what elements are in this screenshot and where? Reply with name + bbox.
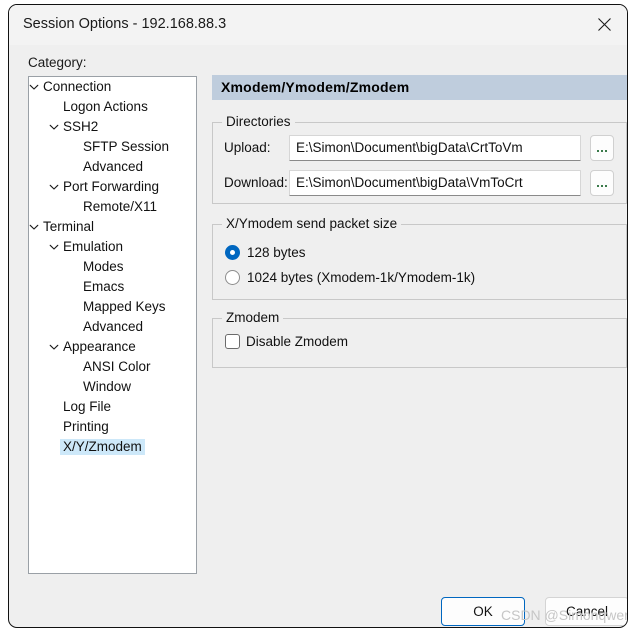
cancel-button[interactable]: Cancel	[545, 597, 627, 626]
directories-legend: Directories	[222, 114, 295, 129]
tree-item-label: Window	[83, 379, 132, 394]
tree-item-sftp-session[interactable]: SFTP Session	[29, 137, 196, 157]
tree-item-label: SFTP Session	[83, 139, 170, 154]
tree-item-log-file[interactable]: Log File	[29, 397, 196, 417]
tree-item-x-y-zmodem[interactable]: X/Y/Zmodem	[29, 437, 196, 457]
tree-item-advanced[interactable]: Advanced	[29, 317, 196, 337]
tree-item-label: Terminal	[43, 219, 95, 234]
upload-input[interactable]: E:\Simon\Document\bigData\CrtToVm	[289, 135, 581, 161]
tree-item-printing[interactable]: Printing	[29, 417, 196, 437]
chevron-down-icon[interactable]	[47, 340, 61, 354]
upload-label: Upload:	[224, 140, 271, 155]
chevron-down-icon[interactable]	[29, 220, 41, 234]
ok-button[interactable]: OK	[441, 597, 525, 626]
tree-item-connection[interactable]: Connection	[29, 77, 196, 97]
zmodem-group: Zmodem Disable Zmodem	[212, 310, 627, 368]
radio-icon-selected	[225, 245, 240, 260]
packet-size-legend: X/Ymodem send packet size	[222, 216, 402, 231]
tree-item-label: Modes	[83, 259, 124, 274]
download-label: Download:	[224, 175, 288, 190]
ellipsis-icon	[597, 184, 607, 187]
window-title: Session Options - 192.168.88.3	[23, 16, 227, 32]
session-options-dialog: Session Options - 192.168.88.3 Category:…	[8, 4, 628, 628]
disable-zmodem-checkbox-row[interactable]: Disable Zmodem	[225, 334, 348, 349]
tree-item-label: Advanced	[83, 319, 144, 334]
tree-item-label: Log File	[63, 399, 112, 414]
category-label: Category:	[28, 55, 87, 70]
title-bar: Session Options - 192.168.88.3	[9, 5, 627, 45]
tree-item-label: Appearance	[63, 339, 136, 354]
tree-item-label: Mapped Keys	[83, 299, 166, 314]
tree-item-label: ANSI Color	[83, 359, 151, 374]
tree-item-label: Port Forwarding	[63, 179, 160, 194]
content-header: Xmodem/Ymodem/Zmodem	[212, 75, 627, 100]
tree-item-label: Connection	[43, 79, 112, 94]
tree-item-window[interactable]: Window	[29, 377, 196, 397]
tree-item-label: Remote/X11	[83, 199, 158, 214]
packet-size-group: X/Ymodem send packet size 128 bytes 1024…	[212, 216, 627, 300]
tree-item-label: SSH2	[63, 119, 99, 134]
tree-item-advanced[interactable]: Advanced	[29, 157, 196, 177]
tree-item-remote-x11[interactable]: Remote/X11	[29, 197, 196, 217]
checkbox-icon-unchecked	[225, 334, 240, 349]
disable-zmodem-label: Disable Zmodem	[246, 334, 349, 349]
tree-item-terminal[interactable]: Terminal	[29, 217, 196, 237]
tree-item-port-forwarding[interactable]: Port Forwarding	[29, 177, 196, 197]
upload-browse-button[interactable]	[590, 135, 614, 161]
chevron-down-icon[interactable]	[47, 240, 61, 254]
tree-item-label: Emulation	[63, 239, 124, 254]
radio-1024-bytes[interactable]: 1024 bytes (Xmodem-1k/Ymodem-1k)	[225, 270, 475, 285]
tree-item-label: Emacs	[83, 279, 125, 294]
tree-item-modes[interactable]: Modes	[29, 257, 196, 277]
radio-1024-label: 1024 bytes (Xmodem-1k/Ymodem-1k)	[247, 270, 476, 285]
zmodem-legend: Zmodem	[222, 310, 284, 325]
tree-item-ansi-color[interactable]: ANSI Color	[29, 357, 196, 377]
chevron-down-icon[interactable]	[29, 80, 41, 94]
tree-item-label: Printing	[63, 419, 109, 434]
close-icon	[597, 17, 612, 32]
radio-128-bytes[interactable]: 128 bytes	[225, 245, 306, 260]
category-tree[interactable]: Connection Logon Actions SSH2 SFTP Session A…	[28, 76, 197, 574]
radio-icon-unselected	[225, 270, 240, 285]
download-input[interactable]: E:\Simon\Document\bigData\VmToCrt	[289, 170, 581, 196]
tree-item-logon-actions[interactable]: Logon Actions	[29, 97, 196, 117]
tree-item-label: Advanced	[83, 159, 144, 174]
directories-group: Directories Upload: E:\Simon\Document\bi…	[212, 114, 627, 204]
radio-128-label: 128 bytes	[247, 245, 306, 260]
content-header-title: Xmodem/Ymodem/Zmodem	[221, 79, 410, 95]
tree-item-emulation[interactable]: Emulation	[29, 237, 196, 257]
close-button[interactable]	[581, 5, 627, 43]
chevron-down-icon[interactable]	[47, 180, 61, 194]
tree-item-label: X/Y/Zmodem	[60, 439, 145, 455]
download-browse-button[interactable]	[590, 170, 614, 196]
ellipsis-icon	[597, 149, 607, 152]
chevron-down-icon[interactable]	[47, 120, 61, 134]
tree-item-appearance[interactable]: Appearance	[29, 337, 196, 357]
tree-item-label: Logon Actions	[63, 99, 148, 114]
tree-item-emacs[interactable]: Emacs	[29, 277, 196, 297]
tree-item-mapped-keys[interactable]: Mapped Keys	[29, 297, 196, 317]
tree-item-ssh2[interactable]: SSH2	[29, 117, 196, 137]
